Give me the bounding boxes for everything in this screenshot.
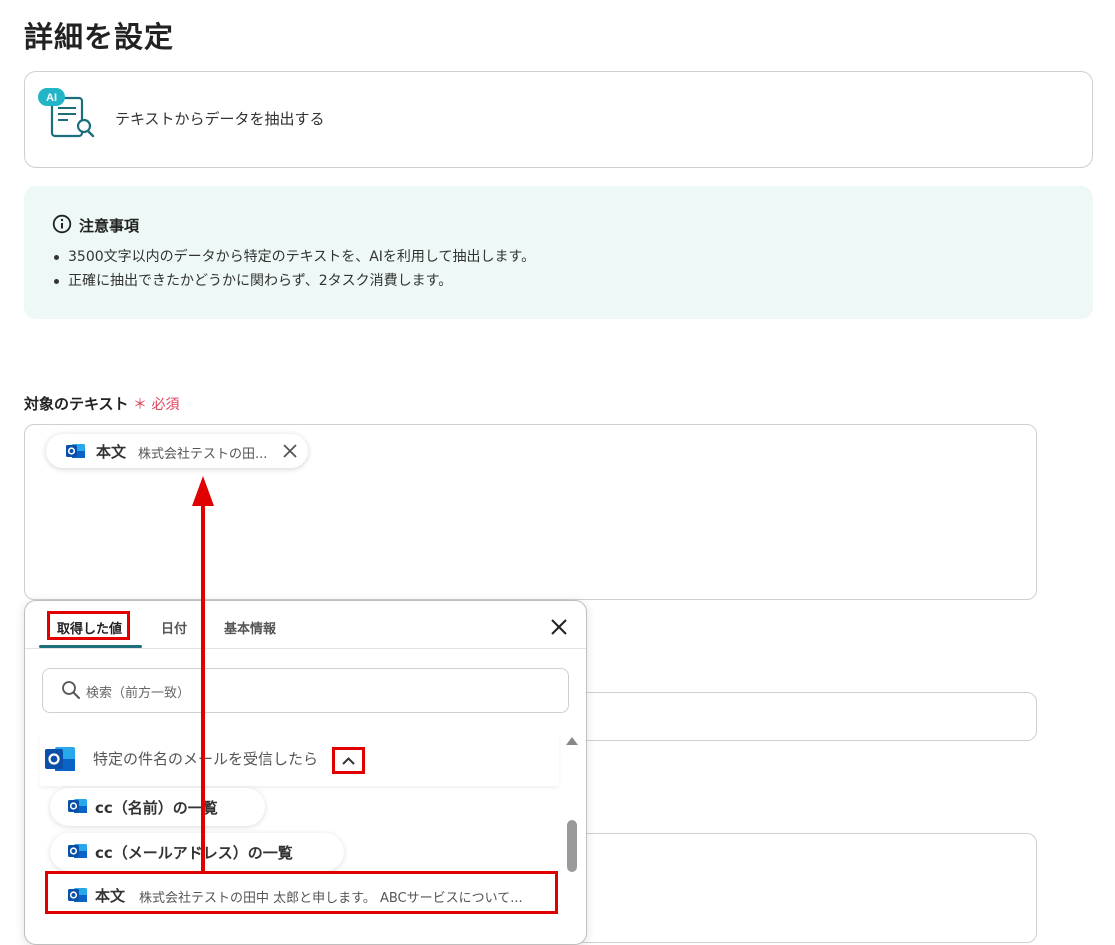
tab-divider: [25, 648, 586, 649]
outlook-icon: [68, 888, 87, 902]
outlook-icon: [68, 844, 87, 858]
list-item-value: 株式会社テストの田中 太郎と申します。 ABCサービスについて...: [139, 891, 523, 906]
tab-date[interactable]: 日付: [161, 618, 187, 637]
search-placeholder: 検索（前方一致）: [86, 686, 191, 701]
close-icon[interactable]: [549, 617, 569, 637]
list-item-label: cc（名前）の一覧: [95, 799, 218, 817]
scrollbar-thumb[interactable]: [567, 820, 577, 872]
outlook-icon: [68, 799, 87, 813]
page-title: 詳細を設定: [24, 20, 175, 54]
chevron-up-icon: [342, 757, 355, 765]
collapse-group-button[interactable]: [332, 747, 365, 774]
trigger-group-label: 特定の件名のメールを受信したら: [93, 750, 319, 768]
notice-item: 3500文字以内のデータから特定のテキストを、AIを利用して抽出します。: [54, 245, 535, 269]
notice-item: 正確に抽出できたかどうかに関わらず、2タスク消費します。: [54, 269, 535, 293]
notice-list: 3500文字以内のデータから特定のテキストを、AIを利用して抽出します。 正確に…: [54, 245, 535, 293]
outlook-icon: [66, 444, 85, 458]
outlook-icon: [45, 747, 75, 771]
target-text-label: 対象のテキスト: [24, 395, 129, 413]
active-tab-indicator: [39, 645, 142, 648]
required-badge: ＊ 必須: [133, 397, 180, 413]
highlight-box: [47, 611, 130, 640]
chip-title: 本文: [96, 443, 127, 461]
background-input[interactable]: [560, 692, 1037, 741]
remove-chip-icon[interactable]: [281, 442, 299, 460]
list-item-label: 本文: [95, 887, 126, 905]
list-item-label: cc（メールアドレス）の一覧: [95, 844, 293, 862]
ai-document-search-icon: AI: [38, 88, 95, 138]
background-textarea[interactable]: [560, 833, 1037, 943]
ai-badge: AI: [46, 92, 57, 104]
tab-basic-info[interactable]: 基本情報: [224, 618, 276, 637]
search-icon: [62, 681, 80, 699]
scroll-up-arrow[interactable]: [566, 737, 578, 745]
chip-value: 株式会社テストの田...: [138, 447, 268, 462]
operation-label: テキストからデータを抽出する: [115, 110, 325, 128]
notice-title: 注意事項: [79, 217, 140, 235]
info-icon: [52, 214, 72, 234]
